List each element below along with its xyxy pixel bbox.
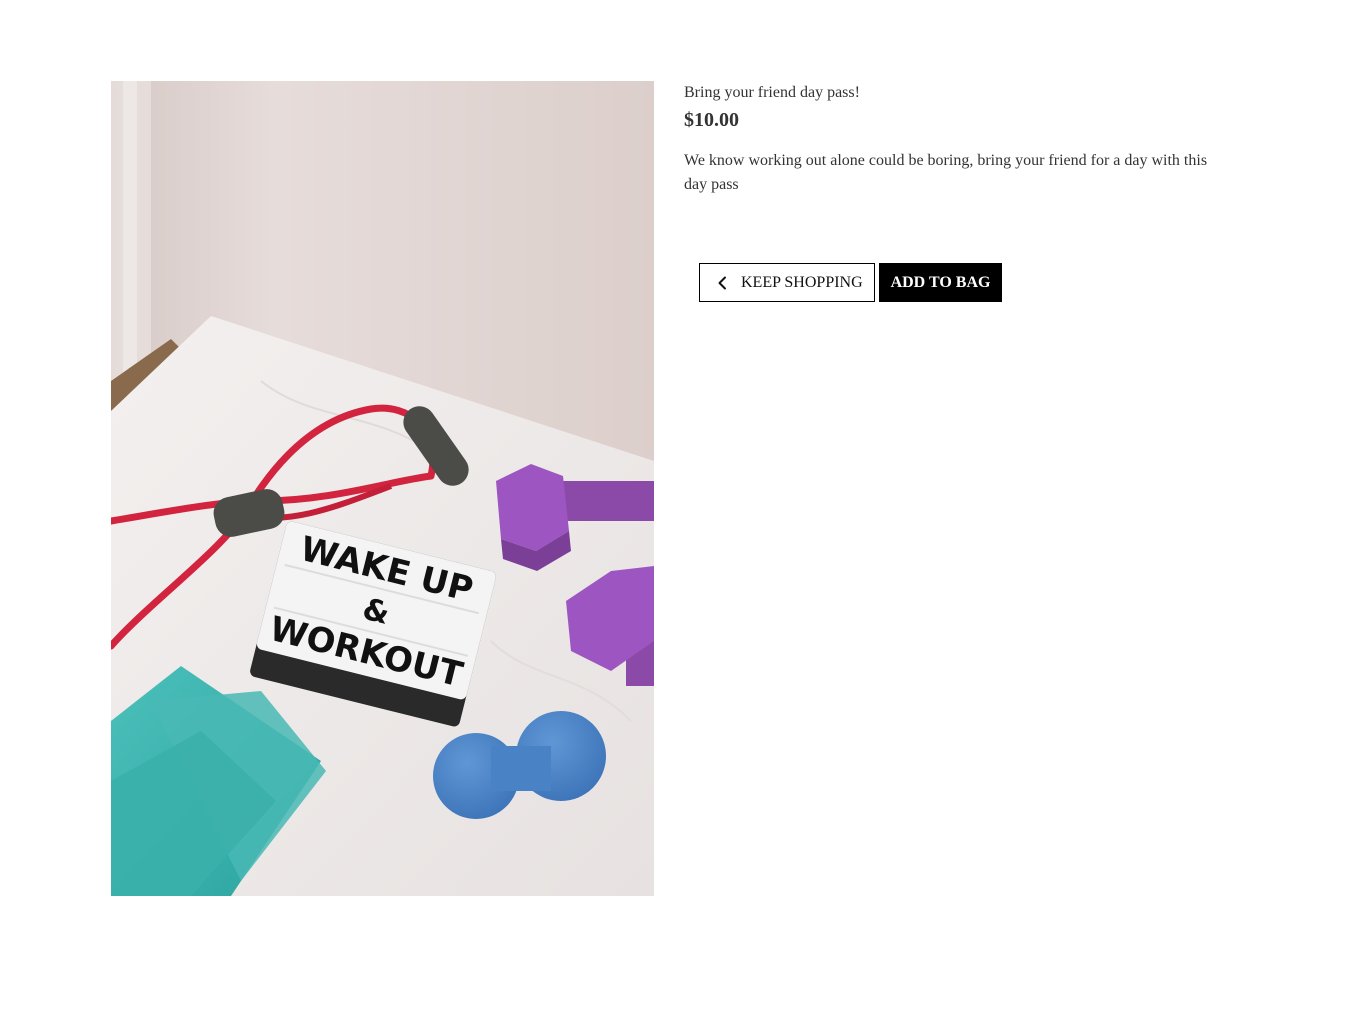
product-details: Bring your friend day pass! $10.00 We kn… [684,83,1224,197]
product-detail-page: WAKE UP & WORKOUT Bring your friend day … [0,0,1348,1019]
add-to-bag-button[interactable]: ADD TO BAG [879,263,1002,302]
keep-shopping-label: KEEP SHOPPING [741,273,863,291]
product-description: We know working out alone could be borin… [684,152,1208,193]
product-price: $10.00 [684,109,739,131]
product-name: Bring your friend day pass! [684,84,860,101]
product-actions: KEEP SHOPPING ADD TO BAG [699,263,1002,302]
chevron-left-icon [718,276,726,289]
product-image: WAKE UP & WORKOUT [111,81,654,896]
product-photo: WAKE UP & WORKOUT [111,81,654,896]
add-to-bag-label: ADD TO BAG [890,273,991,291]
keep-shopping-button[interactable]: KEEP SHOPPING [699,263,875,302]
